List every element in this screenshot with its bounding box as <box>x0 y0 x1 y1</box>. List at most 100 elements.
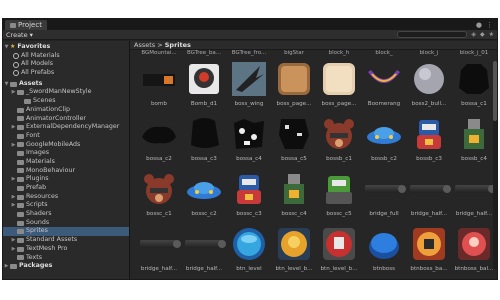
asset-tile[interactable]: bossb_c3 <box>407 115 451 166</box>
folder-item[interactable]: ▶ Standard Assets <box>3 236 129 245</box>
folder-item[interactable]: Sounds <box>3 219 129 228</box>
expand-arrow-icon[interactable]: ▶ <box>10 193 17 202</box>
sprite-thumbnail <box>365 115 403 153</box>
folder-item[interactable]: Prefab <box>3 184 129 193</box>
folder-item[interactable]: Materials <box>3 158 129 167</box>
sprite-thumbnail <box>320 115 358 153</box>
asset-browser: Assets > Sprites BGMountai... BGTree_ba..… <box>130 41 497 279</box>
asset-tile[interactable]: bossa_c3 <box>182 115 226 166</box>
asset-tile[interactable]: bossa_c4 <box>227 115 271 166</box>
expand-arrow-icon[interactable]: ▶ <box>10 123 17 132</box>
breadcrumb-sprites[interactable]: Sprites <box>165 41 191 49</box>
folder-item[interactable]: Images <box>3 149 129 158</box>
asset-tile[interactable]: bridge_half... <box>137 225 181 276</box>
folder-item[interactable]: ▶ Resources <box>3 193 129 202</box>
tab-actions: ● ⋮ <box>476 20 497 30</box>
asset-tile[interactable]: bossa_c5 <box>272 115 316 166</box>
asset-tile[interactable]: bossc_c5 <box>317 170 361 221</box>
asset-tile[interactable]: bridge_half... <box>407 170 451 221</box>
folder-item[interactable]: ▶ _SwordManNewStyle <box>3 88 129 97</box>
label-icon[interactable]: ◆ <box>480 31 485 38</box>
folder-item[interactable]: Texts <box>3 254 129 263</box>
expand-arrow-icon[interactable]: ▶ <box>10 141 17 150</box>
asset-label: block_h <box>328 50 350 56</box>
folder-item[interactable]: MonoBehaviour <box>3 167 129 176</box>
folder-item[interactable]: AnimatorController <box>3 115 129 124</box>
folder-item[interactable]: ▶ TextMesh Pro <box>3 245 129 254</box>
expand-arrow-icon[interactable]: ▼ <box>3 43 10 52</box>
asset-tile[interactable]: boss_wing <box>227 60 271 111</box>
breadcrumb: Assets > Sprites <box>130 41 497 50</box>
packages-header[interactable]: ▶ Packages <box>3 262 129 271</box>
asset-label: block_j_01 <box>459 50 489 56</box>
expand-arrow-icon[interactable]: ▶ <box>10 201 17 210</box>
filter-icon[interactable]: ◈ <box>471 31 476 38</box>
expand-arrow-icon[interactable]: ▶ <box>10 175 17 184</box>
folder-item[interactable]: ▶ Scripts <box>3 201 129 210</box>
asset-tile[interactable]: bridge_half... <box>452 170 496 221</box>
asset-label: bigStar <box>284 50 304 56</box>
asset-label: btn_level_b... <box>320 266 358 272</box>
folder-item[interactable]: Font <box>3 132 129 141</box>
asset-tile[interactable]: bridge_half... <box>182 225 226 276</box>
folder-item[interactable]: Scenes <box>3 97 129 106</box>
asset-label: block_j <box>419 50 439 56</box>
asset-tile[interactable]: bossc_c3 <box>227 170 271 221</box>
expand-arrow-icon[interactable]: ▶ <box>3 262 10 271</box>
assets-header[interactable]: ▼ Assets <box>3 80 129 89</box>
scrollbar[interactable] <box>493 61 497 269</box>
asset-tile[interactable]: boss_page... <box>272 60 316 111</box>
asset-tile[interactable]: btnboss_bal... <box>452 225 496 276</box>
asset-tile[interactable]: bossc_c4 <box>272 170 316 221</box>
asset-tile[interactable]: bridge_full <box>362 170 406 221</box>
asset-label: bossa_c1 <box>461 101 487 107</box>
folder-item[interactable]: Shaders <box>3 210 129 219</box>
asset-tile[interactable]: bossc_c1 <box>137 170 181 221</box>
favorite-item[interactable]: All Prefabs <box>3 69 129 78</box>
asset-tile[interactable]: boss2_bull... <box>407 60 451 111</box>
asset-tile[interactable]: bomb <box>137 60 181 111</box>
asset-label: block_ <box>375 50 393 56</box>
asset-tile[interactable]: boss_page... <box>317 60 361 111</box>
asset-label: bossb_c1 <box>326 156 352 162</box>
folder-item[interactable]: Sprites <box>3 227 129 237</box>
favorites-header[interactable]: ▼ ★ Favorites <box>3 43 129 52</box>
folder-item[interactable]: ▶ Plugins <box>3 175 129 184</box>
asset-label: bossa_c5 <box>281 156 307 162</box>
expand-arrow-icon[interactable]: ▶ <box>10 88 17 97</box>
expand-arrow-icon[interactable]: ▶ <box>10 245 17 254</box>
expand-arrow-icon[interactable]: ▶ <box>10 236 17 245</box>
lock-icon[interactable]: ● <box>476 21 482 29</box>
favorite-item[interactable]: All Models <box>3 60 129 69</box>
asset-tile[interactable]: bossa_c1 <box>452 60 496 111</box>
expand-arrow-icon[interactable]: ▼ <box>3 80 10 89</box>
asset-tile[interactable]: btnboss <box>362 225 406 276</box>
create-button[interactable]: Create ▾ <box>6 31 33 39</box>
folder-item[interactable]: ▶ GoogleMobileAds <box>3 141 129 150</box>
asset-tile[interactable]: Bomb_d1 <box>182 60 226 111</box>
folder-item[interactable]: ▶ ExternalDependencyManager <box>3 123 129 132</box>
folder-icon <box>17 151 24 157</box>
asset-label: btnboss_ba... <box>410 266 448 272</box>
asset-label: btnboss_bal... <box>454 266 494 272</box>
star-icon[interactable]: ★ <box>489 31 494 38</box>
asset-tile[interactable]: btnboss_ba... <box>407 225 451 276</box>
asset-tile[interactable]: btn_level_b... <box>317 225 361 276</box>
tab-project[interactable]: Project <box>5 20 47 30</box>
sprite-thumbnail <box>365 225 403 263</box>
asset-tile[interactable]: bossa_c2 <box>137 115 181 166</box>
asset-tile[interactable]: Boomerang <box>362 60 406 111</box>
sprite-thumbnail <box>275 225 313 263</box>
asset-tile[interactable]: bossc_c2 <box>182 170 226 221</box>
menu-icon[interactable]: ⋮ <box>486 21 493 29</box>
asset-tile[interactable]: btn_level <box>227 225 271 276</box>
asset-tile[interactable]: bossb_c2 <box>362 115 406 166</box>
asset-tile[interactable]: bossb_c4 <box>452 115 496 166</box>
favorite-item[interactable]: All Materials <box>3 52 129 61</box>
asset-tile[interactable]: btn_level_b... <box>272 225 316 276</box>
asset-tile[interactable]: bossb_c1 <box>317 115 361 166</box>
scrollbar-thumb[interactable] <box>493 61 497 121</box>
search-input[interactable] <box>397 31 468 38</box>
folder-item[interactable]: AnimationClip <box>3 106 129 115</box>
breadcrumb-assets[interactable]: Assets <box>134 41 155 49</box>
